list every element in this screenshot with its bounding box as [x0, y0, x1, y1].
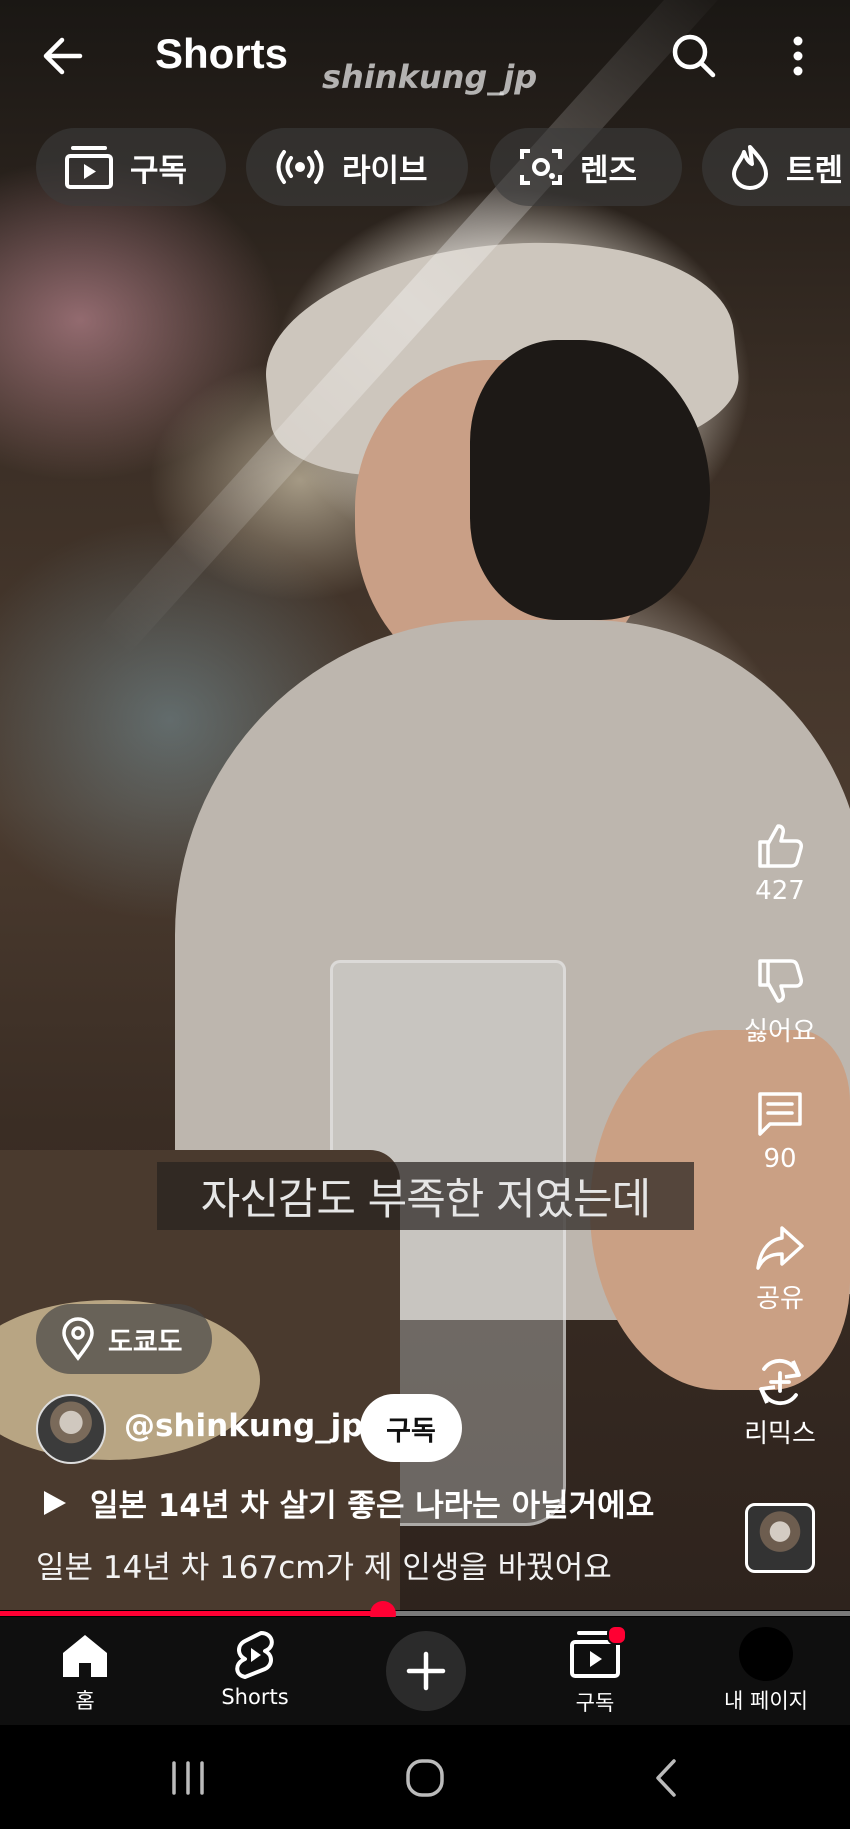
- nav-my-page[interactable]: 내 페이지: [696, 1617, 836, 1725]
- system-back-button[interactable]: [625, 1751, 705, 1805]
- like-button[interactable]: 427: [735, 820, 825, 906]
- recent-apps-button[interactable]: [148, 1751, 228, 1805]
- video-caption: 자신감도 부족한 저였는데: [157, 1162, 694, 1230]
- thumbs-up-icon: [758, 824, 803, 868]
- video-description[interactable]: 일본 14년 차 167cm가 제 인생을 바꿨어요: [36, 1542, 612, 1587]
- filter-chips: 구독 라이브 렌즈 트렌: [36, 128, 850, 206]
- page-title: Shorts: [155, 30, 289, 77]
- thumbs-down-icon: [758, 959, 803, 1003]
- share-button[interactable]: 공유: [735, 1222, 825, 1315]
- trending-flame-icon: [732, 145, 768, 190]
- system-nav-bar: [0, 1725, 850, 1829]
- comments-button[interactable]: 90: [735, 1088, 825, 1174]
- create-button[interactable]: [386, 1631, 466, 1711]
- location-chip[interactable]: 도쿄도: [36, 1304, 212, 1374]
- chip-trending[interactable]: 트렌: [702, 128, 850, 206]
- nav-my-page-label: 내 페이지: [724, 1689, 808, 1713]
- nav-subscriptions-label: 구독: [575, 1691, 615, 1715]
- profile-avatar: [739, 1627, 793, 1681]
- live-broadcast-icon: [276, 150, 324, 184]
- progress-bar[interactable]: [0, 1601, 850, 1627]
- dislike-button[interactable]: 싫어요: [735, 955, 825, 1048]
- system-home-button[interactable]: [385, 1751, 465, 1805]
- channel-avatar[interactable]: [36, 1394, 106, 1464]
- remix-button[interactable]: 리믹스: [735, 1355, 825, 1450]
- nav-home-label: 홈: [75, 1689, 95, 1713]
- location-label: 도쿄도: [108, 1326, 183, 1358]
- nav-shorts-label: Shorts: [221, 1685, 289, 1709]
- linked-video-title[interactable]: 일본 14년 차 살기 좋은 나라는 아닐거에요: [40, 1480, 654, 1525]
- home-icon: [63, 1635, 107, 1677]
- more-options-button[interactable]: [770, 24, 826, 88]
- top-bar: Shorts shinkung_jp: [0, 0, 850, 110]
- dislike-label: 싫어요: [744, 1017, 816, 1047]
- chip-label: 트렌: [786, 152, 844, 189]
- chip-live[interactable]: 라이브: [246, 128, 468, 206]
- back-arrow-icon: [43, 37, 83, 75]
- bottom-nav: 홈 Shorts 구독 내 페이지: [0, 1617, 850, 1725]
- notification-dot: [607, 1625, 627, 1645]
- nav-home[interactable]: 홈: [15, 1617, 155, 1725]
- sound-thumbnail[interactable]: [745, 1503, 815, 1573]
- subscriptions-icon-wrap: [569, 1625, 627, 1683]
- chip-subscriptions[interactable]: 구독: [36, 128, 226, 206]
- home-circle-icon: [406, 1759, 444, 1797]
- back-button[interactable]: [30, 24, 94, 88]
- shorts-icon: [235, 1631, 274, 1679]
- chip-label: 렌즈: [580, 152, 638, 189]
- subscribe-button[interactable]: 구독: [360, 1394, 462, 1462]
- search-icon: [672, 34, 716, 78]
- subscriptions-icon: [65, 146, 113, 189]
- location-pin-icon: [62, 1317, 94, 1361]
- channel-row: @shinkung_jp 구독: [36, 1394, 736, 1464]
- play-icon: [44, 1490, 66, 1515]
- chip-label: 라이브: [342, 152, 428, 189]
- nav-subscriptions[interactable]: 구독: [525, 1617, 665, 1725]
- back-chevron-icon: [656, 1759, 676, 1797]
- remix-label: 리믹스: [744, 1419, 816, 1449]
- comment-count: 90: [763, 1144, 797, 1174]
- channel-watermark: shinkung_jp: [322, 58, 538, 96]
- linked-title-text: 일본 14년 차 살기 좋은 나라는 아닐거에요: [90, 1488, 655, 1524]
- plus-icon: [406, 1651, 446, 1691]
- remix-icon: [759, 1358, 801, 1406]
- chip-label: 구독: [130, 152, 188, 189]
- nav-shorts[interactable]: Shorts: [185, 1617, 325, 1725]
- chip-lens[interactable]: 렌즈: [490, 128, 682, 206]
- progress-fill: [0, 1611, 383, 1616]
- more-vertical-icon: [793, 36, 803, 76]
- comment-icon: [758, 1092, 802, 1136]
- channel-handle[interactable]: @shinkung_jp: [124, 1408, 363, 1444]
- like-count: 427: [755, 876, 805, 906]
- share-label: 공유: [756, 1284, 804, 1314]
- share-icon: [756, 1226, 804, 1270]
- recent-apps-icon: [172, 1761, 204, 1795]
- lens-icon: [520, 149, 562, 185]
- search-button[interactable]: [662, 24, 726, 88]
